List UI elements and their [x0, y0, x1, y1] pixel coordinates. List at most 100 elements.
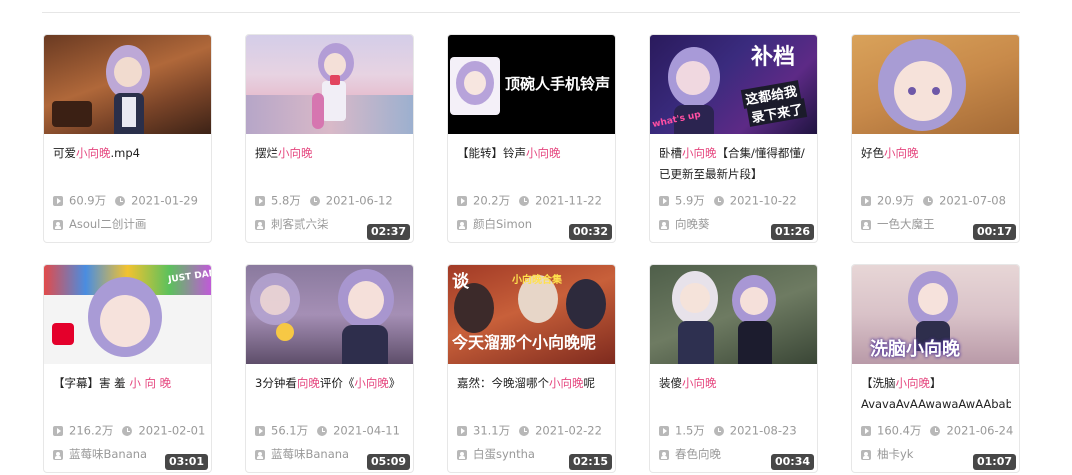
user-icon: [53, 219, 63, 230]
author-name: 颜白Simon: [473, 217, 533, 231]
view-count: 216.2万: [69, 423, 114, 438]
author-name: 向晚葵: [675, 217, 710, 231]
upload-date: 2021-11-22: [535, 193, 602, 208]
user-icon: [861, 449, 871, 460]
video-duration: 02:15: [568, 454, 612, 470]
video-thumbnail[interactable]: [852, 35, 1019, 134]
upload-date: 2021-02-22: [535, 423, 602, 438]
video-title[interactable]: 3分钟看向晚评价《小向晚》: [255, 373, 405, 394]
view-count: 56.1万: [271, 423, 309, 438]
video-author[interactable]: 蓝莓味Banana: [255, 447, 349, 461]
view-count: 31.1万: [473, 423, 511, 438]
top-divider: [42, 12, 1020, 13]
clock-icon: [309, 195, 320, 206]
thumbnail-caption: 今天溜那个小向晚呢: [452, 333, 597, 352]
play-icon: [255, 195, 265, 206]
video-thumbnail[interactable]: [650, 265, 817, 364]
play-icon: [659, 195, 669, 206]
video-title[interactable]: 【洗脑小向晚】 AvavaAvAAwawaAwAAbab: [861, 373, 1011, 415]
upload-date: 2021-02-01: [138, 423, 206, 438]
view-count: 60.9万: [69, 193, 107, 208]
play-icon: [861, 425, 871, 436]
clock-icon: [713, 195, 724, 206]
video-card[interactable]: 00:34 装傻小向晚 1.5万 2021-08-23 春色向晚: [649, 264, 818, 473]
video-thumbnail[interactable]: 顶碗人手机铃声: [448, 35, 615, 134]
video-author[interactable]: 刺客贰六柒: [255, 217, 329, 231]
video-title[interactable]: 【字幕】害 羞 小 向 晚: [53, 373, 203, 394]
user-icon: [659, 449, 669, 460]
video-thumbnail[interactable]: [246, 265, 413, 364]
upload-date: 2021-08-23: [729, 423, 797, 438]
video-title[interactable]: 【能转】铃声小向晚: [457, 143, 607, 164]
video-thumbnail[interactable]: 谈 小向晚合集 今天溜那个小向晚呢: [448, 265, 615, 364]
video-author[interactable]: 蓝莓味Banana: [53, 447, 147, 461]
upload-date: 2021-06-12: [325, 193, 393, 208]
play-icon: [53, 425, 63, 436]
video-thumbnail[interactable]: 补档 这都给我 录下来了 what's up: [650, 35, 817, 134]
view-count: 5.8万: [271, 193, 301, 208]
video-title[interactable]: 可爱小向晚.mp4: [53, 143, 203, 164]
video-duration: 05:09: [366, 454, 410, 470]
video-author[interactable]: 颜白Simon: [457, 217, 532, 231]
video-duration: 01:26: [770, 224, 814, 240]
clock-icon: [930, 425, 941, 436]
video-duration: 00:32: [568, 224, 612, 240]
video-author[interactable]: 春色向晚: [659, 447, 721, 461]
video-card[interactable]: 顶碗人手机铃声 00:32 【能转】铃声小向晚 20.2万 2021-11-22 …: [447, 34, 616, 243]
thumbnail-caption: 谈: [452, 272, 469, 292]
video-thumbnail[interactable]: [246, 35, 413, 134]
video-duration: 00:17: [972, 224, 1016, 240]
video-stats: 60.9万 2021-01-29: [53, 193, 208, 208]
author-name: 白蛋syntha: [473, 447, 535, 461]
video-stats: 216.2万 2021-02-01: [53, 423, 208, 438]
author-name: 柚卡yk: [877, 447, 914, 461]
view-count: 20.2万: [473, 193, 511, 208]
video-card[interactable]: 00:17 好色小向晚 20.9万 2021-07-08 一色大魔王: [851, 34, 1020, 243]
author-name: 刺客贰六柒: [271, 217, 329, 231]
video-card[interactable]: 02:37 摆烂小向晚 5.8万 2021-06-12 刺客贰六柒: [245, 34, 414, 243]
video-thumbnail[interactable]: [44, 35, 211, 134]
play-icon: [457, 425, 467, 436]
video-duration: 02:37: [366, 224, 410, 240]
user-icon: [255, 219, 265, 230]
video-author[interactable]: 一色大魔王: [861, 217, 935, 231]
video-title[interactable]: 摆烂小向晚: [255, 143, 405, 164]
clock-icon: [115, 195, 126, 206]
upload-date: 2021-04-11: [333, 423, 400, 438]
user-icon: [861, 219, 871, 230]
video-duration: 00:34: [770, 454, 814, 470]
upload-date: 2021-07-08: [939, 193, 1006, 208]
video-card[interactable]: 可爱小向晚.mp4 60.9万 2021-01-29 Asoul二创计画: [43, 34, 212, 243]
video-card[interactable]: 补档 这都给我 录下来了 what's up 01:26 卧槽小向晚【合集/懂得…: [649, 34, 818, 243]
video-card[interactable]: 谈 小向晚合集 今天溜那个小向晚呢 02:15 嘉然：今晚溜哪个小向晚呢 31.…: [447, 264, 616, 473]
video-card[interactable]: JUST DANCE 03:01 【字幕】害 羞 小 向 晚 216.2万 202…: [43, 264, 212, 473]
video-stats: 20.9万 2021-07-08: [861, 193, 1016, 208]
clock-icon: [713, 425, 724, 436]
video-author[interactable]: 向晚葵: [659, 217, 710, 231]
video-card[interactable]: 05:09 3分钟看向晚评价《小向晚》 56.1万 2021-04-11 蓝莓味B…: [245, 264, 414, 473]
video-title[interactable]: 嘉然：今晚溜哪个小向晚呢: [457, 373, 607, 394]
clock-icon: [923, 195, 934, 206]
clock-icon: [317, 425, 328, 436]
video-title[interactable]: 好色小向晚: [861, 143, 1011, 164]
user-icon: [457, 449, 467, 460]
thumbnail-caption: 洗脑小向晚: [870, 339, 960, 360]
video-title[interactable]: 卧槽小向晚【合集/懂得都懂/已更新至最新片段】: [659, 143, 809, 185]
user-icon: [53, 449, 63, 460]
user-icon: [255, 449, 265, 460]
video-author[interactable]: 柚卡yk: [861, 447, 913, 461]
video-stats: 31.1万 2021-02-22: [457, 423, 612, 438]
video-thumbnail[interactable]: JUST DANCE: [44, 265, 211, 364]
video-stats: 20.2万 2021-11-22: [457, 193, 612, 208]
play-icon: [861, 195, 871, 206]
video-author[interactable]: 白蛋syntha: [457, 447, 535, 461]
video-thumbnail[interactable]: 洗脑小向晚: [852, 265, 1019, 364]
video-author[interactable]: Asoul二创计画: [53, 217, 146, 231]
author-name: Asoul二创计画: [69, 217, 147, 231]
clock-icon: [122, 425, 133, 436]
video-card[interactable]: 洗脑小向晚 01:07 【洗脑小向晚】 AvavaAvAAwawaAwAAbab …: [851, 264, 1020, 473]
video-stats: 160.4万 2021-06-24: [861, 423, 1016, 438]
author-name: 蓝莓味Banana: [69, 447, 148, 461]
video-title[interactable]: 装傻小向晚: [659, 373, 809, 394]
video-stats: 56.1万 2021-04-11: [255, 423, 410, 438]
